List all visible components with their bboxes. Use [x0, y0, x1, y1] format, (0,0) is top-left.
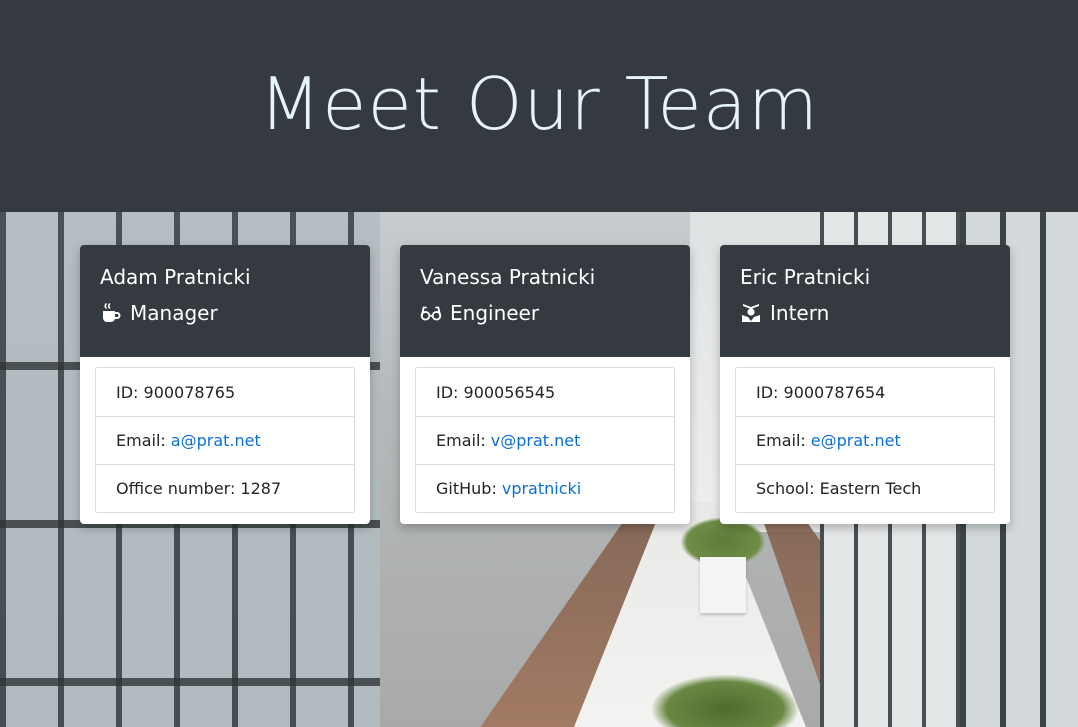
employee-id: ID: 9000787654 — [756, 382, 886, 402]
card-header: Adam Pratnicki Manager — [80, 245, 370, 357]
employee-card: Adam Pratnicki Manager ID: 900078765 Ema… — [80, 245, 370, 524]
employee-id: ID: 900056545 — [436, 382, 556, 402]
info-list: ID: 9000787654 Email: e@prat.net School:… — [735, 367, 995, 513]
role-label: Engineer — [450, 301, 540, 325]
school: School: Eastern Tech — [736, 464, 994, 512]
office-number: Office number: 1287 — [96, 464, 354, 512]
email-link[interactable]: e@prat.net — [811, 431, 901, 450]
employee-email: Email: e@prat.net — [736, 416, 994, 464]
employee-role: Intern — [740, 299, 990, 327]
graduate-icon — [740, 302, 762, 324]
role-label: Intern — [770, 301, 830, 325]
email-link[interactable]: a@prat.net — [171, 431, 261, 450]
email-link[interactable]: v@prat.net — [491, 431, 581, 450]
employee-card: Eric Pratnicki Intern ID: 9000787654 Ema… — [720, 245, 1010, 524]
github-link[interactable]: vpratnicki — [502, 479, 581, 498]
employee-name: Vanessa Pratnicki — [420, 265, 596, 289]
info-list: ID: 900078765 Email: a@prat.net Office n… — [95, 367, 355, 513]
page-title: Meet Our Team — [259, 62, 819, 146]
card-header: Vanessa Pratnicki Engineer — [400, 245, 690, 357]
employee-name: Adam Pratnicki — [100, 265, 251, 289]
github: GitHub: vpratnicki — [416, 464, 674, 512]
mug-icon — [100, 302, 122, 324]
employee-id: ID: 900078765 — [116, 382, 236, 402]
card-header: Eric Pratnicki Intern — [720, 245, 1010, 357]
glasses-icon — [420, 302, 442, 324]
team-cards: Adam Pratnicki Manager ID: 900078765 Ema… — [80, 245, 1010, 524]
employee-name: Eric Pratnicki — [740, 265, 871, 289]
info-list: ID: 900056545 Email: v@prat.net GitHub: … — [415, 367, 675, 513]
employee-card: Vanessa Pratnicki Engineer ID: 900056545 — [400, 245, 690, 524]
employee-role: Manager — [100, 299, 350, 327]
role-label: Manager — [130, 301, 218, 325]
page-header: Meet Our Team — [0, 0, 1078, 212]
employee-role: Engineer — [420, 299, 670, 327]
employee-email: Email: a@prat.net — [96, 416, 354, 464]
employee-email: Email: v@prat.net — [416, 416, 674, 464]
